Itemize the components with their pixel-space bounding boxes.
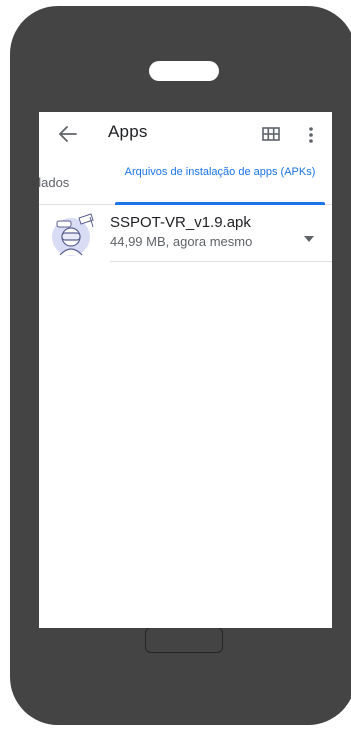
dropdown-arrow-icon[interactable] <box>304 229 314 242</box>
tab-bar: alados Arquivos de instalação de apps (A… <box>39 158 332 205</box>
list-item[interactable]: SSPOT-VR_v1.9.apk 44,99 MB, agora mesmo <box>39 205 332 263</box>
phone-screen: Apps alados Arquivos de instalação d <box>39 112 332 628</box>
more-vert-icon[interactable] <box>306 124 316 146</box>
tab-installed[interactable]: alados <box>39 175 69 190</box>
app-bar: Apps <box>39 112 332 158</box>
arrow-back-icon[interactable] <box>57 123 79 145</box>
page: Apps alados Arquivos de instalação d <box>0 0 351 730</box>
file-name: SSPOT-VR_v1.9.apk <box>110 214 251 231</box>
list-divider <box>110 261 332 262</box>
phone-home-button[interactable] <box>145 627 223 653</box>
phone-speaker <box>149 61 219 81</box>
vr-student-icon <box>49 209 97 257</box>
tab-apks[interactable]: Arquivos de instalação de apps (APKs) <box>115 166 325 179</box>
grid-view-icon[interactable] <box>262 126 280 142</box>
page-title: Apps <box>108 122 148 141</box>
file-meta: 44,99 MB, agora mesmo <box>110 234 253 249</box>
